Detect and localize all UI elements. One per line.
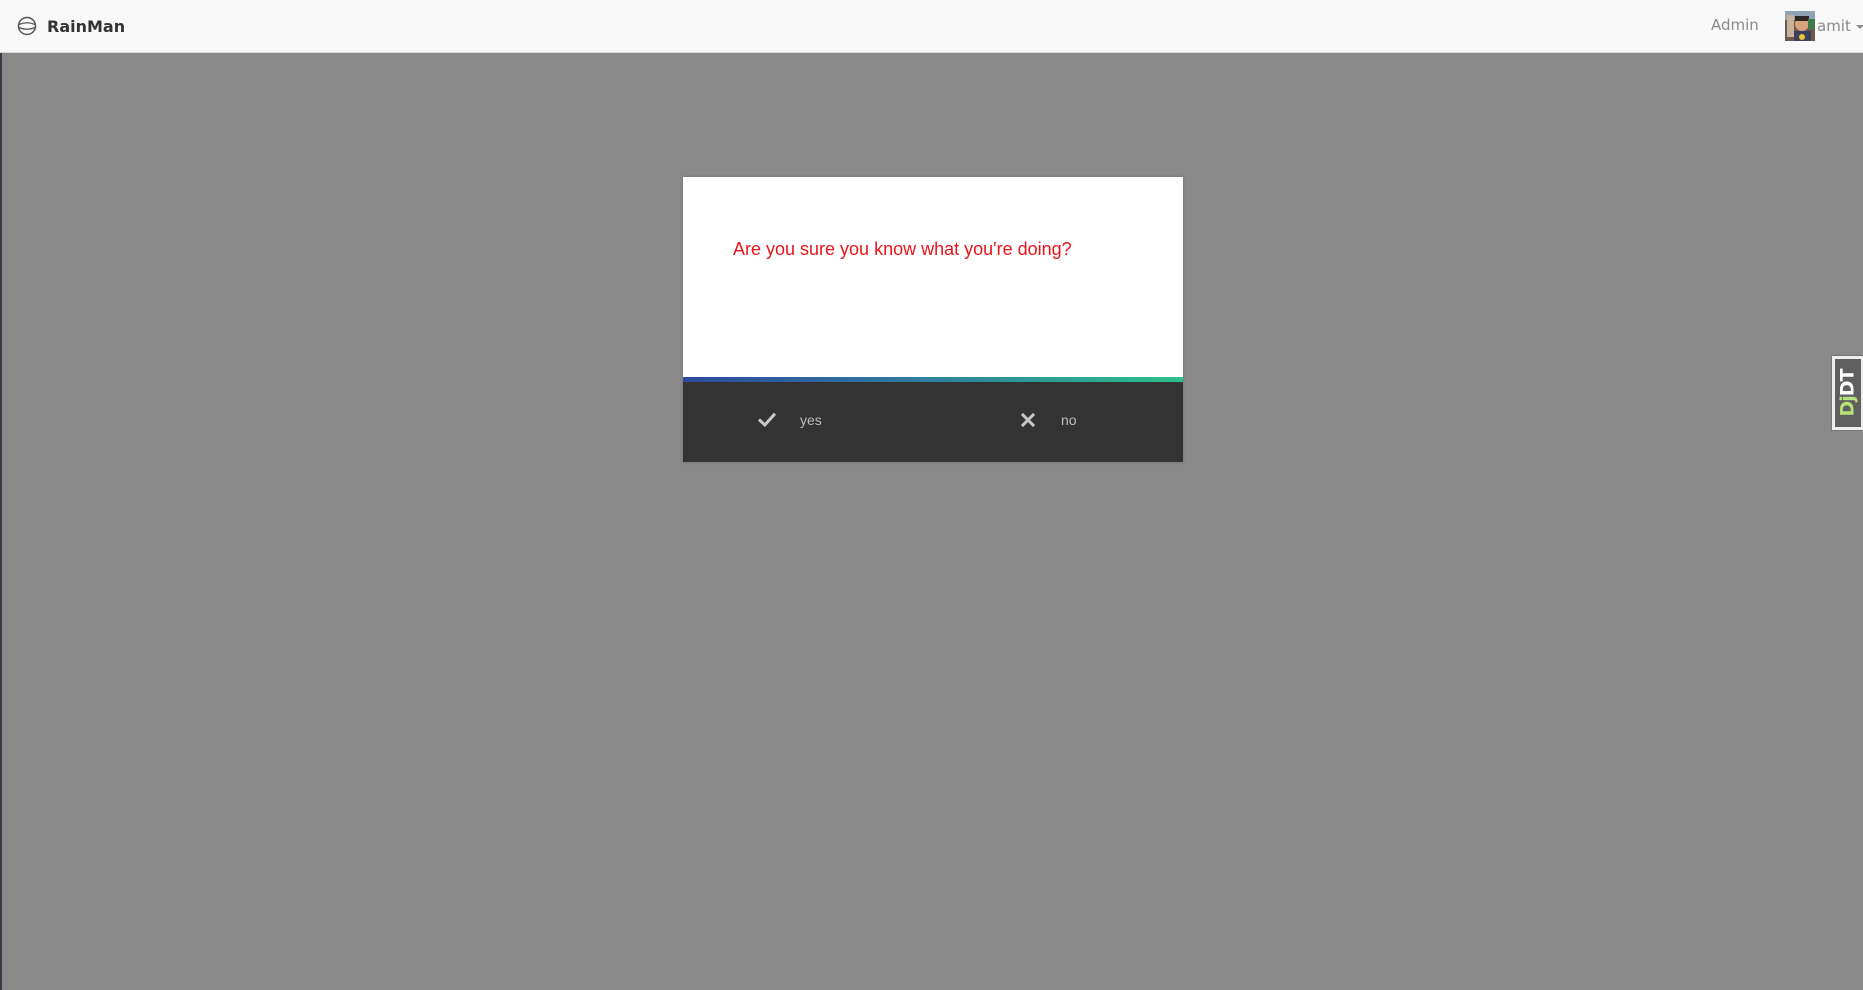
dialog-body: Are you sure you know what you're doing? (683, 177, 1183, 377)
dialog-footer: yes no (683, 382, 1183, 462)
chevron-down-icon (1855, 25, 1863, 29)
debug-toolbar-handle[interactable]: DjDT (1831, 355, 1863, 431)
brand-link[interactable]: RainMan (16, 13, 125, 39)
no-button[interactable]: no (1019, 408, 1077, 432)
top-navbar: RainMan Admin amit (0, 0, 1863, 53)
user-name: amit (1817, 17, 1851, 35)
check-icon (757, 411, 777, 429)
brand-label: RainMan (47, 16, 126, 36)
user-avatar (1785, 11, 1815, 41)
yes-button-label: yes (800, 412, 822, 428)
debug-toolbar-logo-dj: Dj (1837, 396, 1859, 417)
admin-link[interactable]: Admin (1711, 16, 1759, 34)
debug-toolbar-logo: DjDT (1837, 369, 1859, 416)
confirm-dialog: Are you sure you know what you're doing?… (683, 177, 1183, 462)
yes-button[interactable]: yes (757, 408, 822, 432)
close-icon (1019, 411, 1037, 429)
dialog-message: Are you sure you know what you're doing? (733, 239, 1072, 259)
debug-toolbar-logo-dt: DT (1837, 369, 1859, 397)
globe-icon (16, 15, 38, 37)
user-menu-toggle[interactable]: amit (1785, 10, 1863, 42)
debug-toolbar-handle-inner: DjDT (1835, 359, 1861, 427)
no-button-label: no (1061, 412, 1077, 428)
